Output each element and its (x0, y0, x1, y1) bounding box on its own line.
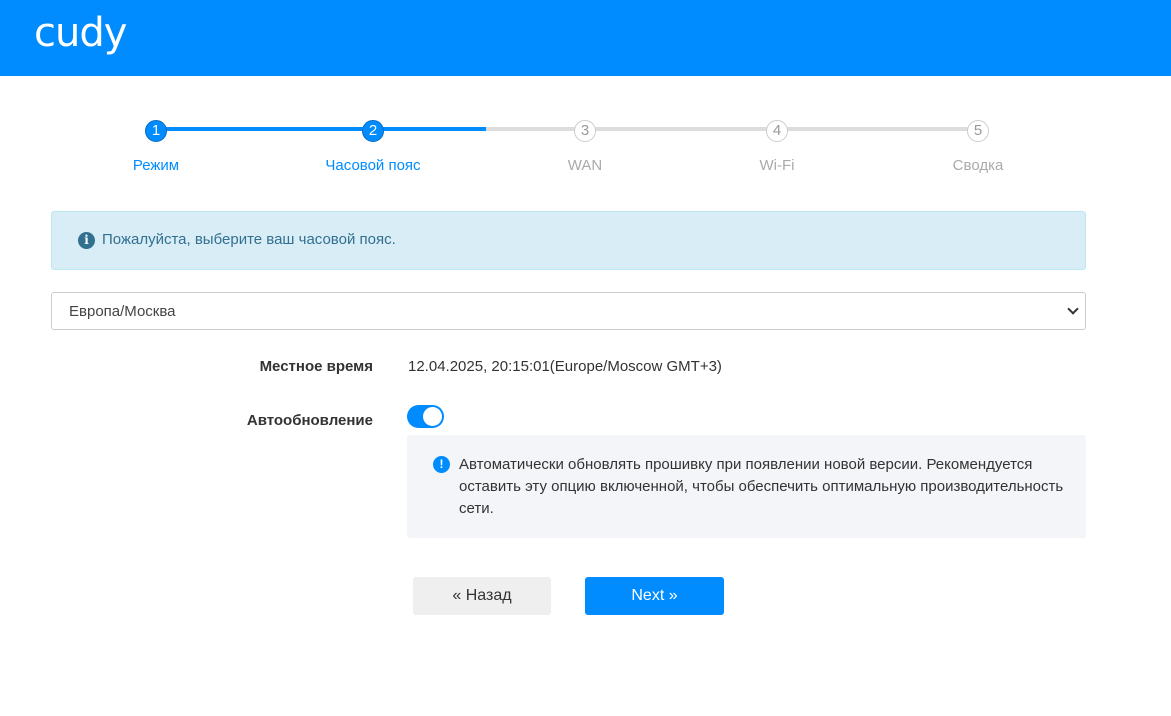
cudy-logo: cudy (34, 10, 127, 56)
step-4-label: Wi-Fi (759, 157, 795, 174)
step-3-label: WAN (567, 157, 603, 174)
exclamation-icon: ! (433, 456, 450, 473)
toggle-knob (423, 407, 442, 426)
info-alert: i Пожалуйста, выберите ваш часовой пояс. (51, 211, 1086, 270)
step-5-circle: 5 (967, 120, 989, 142)
local-time-value: 12.04.2025, 20:15:01(Europe/Moscow GMT+3… (408, 358, 722, 375)
progress-remaining (486, 127, 978, 131)
notice-text: Автоматически обновлять прошивку при поя… (459, 456, 1064, 517)
auto-update-label: Автообновление (246, 412, 373, 429)
local-time-label: Местное время (259, 358, 373, 375)
header: cudy (0, 0, 1171, 76)
step-2-circle: 2 (362, 120, 384, 142)
auto-update-notice: ! Автоматически обновлять прошивку при п… (407, 435, 1086, 538)
step-5-label: Сводка (952, 157, 1004, 174)
next-button[interactable]: Next » (585, 577, 724, 615)
alert-text: Пожалуйста, выберите ваш часовой пояс. (102, 231, 396, 248)
timezone-value: Европа/Москва (69, 303, 176, 320)
step-1-label: Режим (132, 157, 180, 174)
back-button[interactable]: « Назад (413, 577, 551, 615)
step-4-circle: 4 (766, 120, 788, 142)
chevron-down-icon (1067, 303, 1079, 315)
progress-filled (156, 127, 486, 131)
step-1-circle: 1 (145, 120, 167, 142)
step-3-circle: 3 (574, 120, 596, 142)
step-2-label: Часовой пояс (325, 157, 421, 174)
auto-update-toggle[interactable] (407, 405, 444, 428)
info-icon: i (78, 232, 95, 249)
timezone-select[interactable]: Европа/Москва (51, 292, 1086, 330)
